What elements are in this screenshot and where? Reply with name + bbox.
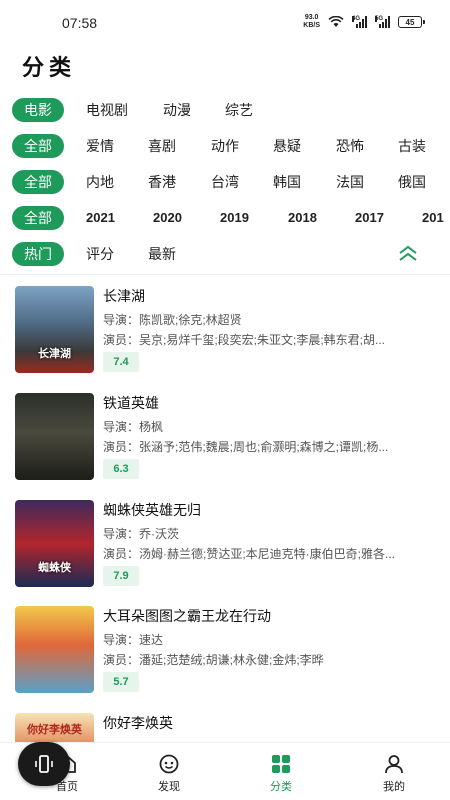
battery-icon: 45 xyxy=(398,16,425,28)
status-bar: 07:58 93.0 KB/S 4G 5G 45 xyxy=(0,0,450,44)
filter-row-year: 全部 2021 2020 2019 2018 2017 201 xyxy=(0,206,450,236)
filter-year-2021[interactable]: 2021 xyxy=(86,206,115,230)
nav-category[interactable]: 分类 xyxy=(236,743,326,800)
filter-genre-horror[interactable]: 恐怖 xyxy=(336,134,364,158)
nav-discover-label: 发现 xyxy=(158,781,180,793)
nav-category-label: 分类 xyxy=(270,781,292,793)
movie-cast: 演员：张涵予;范伟;魏晨;周也;俞灏明;森博之;谭凯;杨... xyxy=(103,440,389,454)
movie-director: 导演：陈凯歌;徐克;林超贤 xyxy=(103,313,242,327)
wifi-icon xyxy=(328,16,344,27)
filter-type-tv[interactable]: 电视剧 xyxy=(86,98,128,122)
filter-region-france[interactable]: 法国 xyxy=(336,170,364,194)
movie-item[interactable]: 长津湖 长津湖 导演：陈凯歌;徐克;林超贤 演员：吴京;易烊千玺;段奕宏;朱亚文… xyxy=(0,286,450,386)
filter-genre-action[interactable]: 动作 xyxy=(211,134,239,158)
movie-score-badge: 7.9 xyxy=(103,566,139,586)
signal-5g-label: 5G xyxy=(375,16,384,22)
movie-cast: 演员：潘延;范楚绒;胡谦;林永健;金炜;李晔 xyxy=(103,653,324,667)
filter-year-2019[interactable]: 2019 xyxy=(220,206,249,230)
filter-year-2016[interactable]: 201 xyxy=(422,206,444,230)
poster-title: 蜘蛛侠 xyxy=(38,562,71,574)
movie-title[interactable]: 铁道英雄 xyxy=(103,393,159,413)
filter-type-variety[interactable]: 综艺 xyxy=(225,98,253,122)
filter-genre-all[interactable]: 全部 xyxy=(12,134,64,158)
rotate-screen-icon xyxy=(35,755,53,773)
discover-icon xyxy=(159,754,179,774)
movie-poster[interactable] xyxy=(15,393,94,480)
movie-poster[interactable]: 长津湖 xyxy=(15,286,94,373)
movie-item[interactable]: 蜘蛛侠 蜘蛛侠英雄无归 导演：乔·沃茨 演员：汤姆·赫兰德;赞达亚;本尼迪克特·… xyxy=(0,500,450,600)
movie-title[interactable]: 蜘蛛侠英雄无归 xyxy=(103,500,201,520)
signal-4g-label: 4G xyxy=(352,16,361,22)
status-icons: 93.0 KB/S 4G 5G 45 xyxy=(303,14,425,30)
filter-row-sort: 热门 评分 最新 xyxy=(0,242,450,272)
network-speed-value: 93.0 xyxy=(304,14,319,21)
filter-genre-costume[interactable]: 古装 xyxy=(398,134,426,158)
battery-level: 45 xyxy=(405,17,415,27)
filter-region-korea[interactable]: 韩国 xyxy=(273,170,301,194)
movie-title[interactable]: 你好李焕英 xyxy=(103,713,173,733)
movie-title[interactable]: 大耳朵图图之霸王龙在行动 xyxy=(103,606,271,626)
sort-rating[interactable]: 评分 xyxy=(86,242,114,266)
filter-region-taiwan[interactable]: 台湾 xyxy=(211,170,239,194)
sort-hot[interactable]: 热门 xyxy=(12,242,64,266)
chevron-double-up-icon[interactable] xyxy=(397,244,419,264)
signal-4g-icon: 4G xyxy=(352,16,367,28)
signal-5g-icon: 5G xyxy=(375,16,390,28)
nav-profile[interactable]: 我的 xyxy=(349,743,439,800)
filter-genre-mystery[interactable]: 悬疑 xyxy=(273,134,301,158)
page-title: 分类 xyxy=(22,55,77,80)
filter-type-movie[interactable]: 电影 xyxy=(12,98,64,122)
nav-profile-label: 我的 xyxy=(383,781,405,793)
movie-cast: 演员：吴京;易烊千玺;段奕宏;朱亚文;李晨;韩东君;胡... xyxy=(103,333,386,347)
filter-year-2017[interactable]: 2017 xyxy=(355,206,384,230)
filter-divider xyxy=(0,274,450,275)
filter-genre-comedy[interactable]: 喜剧 xyxy=(148,134,176,158)
filter-region-hongkong[interactable]: 香港 xyxy=(148,170,176,194)
movie-director: 导演：乔·沃茨 xyxy=(103,527,179,541)
profile-icon xyxy=(385,755,403,774)
network-speed-unit: KB/S xyxy=(303,22,320,29)
movie-director: 导演：杨枫 xyxy=(103,420,164,434)
movie-score-badge: 5.7 xyxy=(103,672,139,692)
movie-score-badge: 7.4 xyxy=(103,352,139,372)
network-speed: 93.0 KB/S xyxy=(303,14,320,30)
sort-newest[interactable]: 最新 xyxy=(148,242,176,266)
filter-type-anime[interactable]: 动漫 xyxy=(163,98,191,122)
poster-title: 长津湖 xyxy=(38,348,71,360)
filter-row-region: 全部 内地 香港 台湾 韩国 法国 俄国 xyxy=(0,170,450,200)
filter-year-2018[interactable]: 2018 xyxy=(288,206,317,230)
movie-director: 导演：速达 xyxy=(103,633,164,647)
movie-poster[interactable]: 蜘蛛侠 xyxy=(15,500,94,587)
movie-score-badge: 6.3 xyxy=(103,459,139,479)
movie-poster[interactable] xyxy=(15,606,94,693)
status-time: 07:58 xyxy=(62,15,98,31)
filter-region-all[interactable]: 全部 xyxy=(12,170,64,194)
poster-title: 你好李焕英 xyxy=(27,724,82,736)
filter-region-mainland[interactable]: 内地 xyxy=(86,170,114,194)
movie-item[interactable]: 大耳朵图图之霸王龙在行动 导演：速达 演员：潘延;范楚绒;胡谦;林永健;金炜;李… xyxy=(0,606,450,706)
movie-title[interactable]: 长津湖 xyxy=(103,286,145,306)
filter-year-2020[interactable]: 2020 xyxy=(153,206,182,230)
category-grid-icon xyxy=(272,755,290,773)
filter-region-russia[interactable]: 俄国 xyxy=(398,170,426,194)
floating-action-button[interactable] xyxy=(18,742,70,786)
filter-row-genre: 全部 爱情 喜剧 动作 悬疑 恐怖 古装 xyxy=(0,134,450,164)
filter-row-type: 电影 电视剧 动漫 综艺 xyxy=(0,98,450,128)
nav-discover[interactable]: 发现 xyxy=(124,743,214,800)
movie-item[interactable]: 铁道英雄 导演：杨枫 演员：张涵予;范伟;魏晨;周也;俞灏明;森博之;谭凯;杨.… xyxy=(0,393,450,493)
filter-year-all[interactable]: 全部 xyxy=(12,206,64,230)
movie-cast: 演员：汤姆·赫兰德;赞达亚;本尼迪克特·康伯巴奇;雅各... xyxy=(103,547,395,561)
filter-genre-romance[interactable]: 爱情 xyxy=(86,134,114,158)
